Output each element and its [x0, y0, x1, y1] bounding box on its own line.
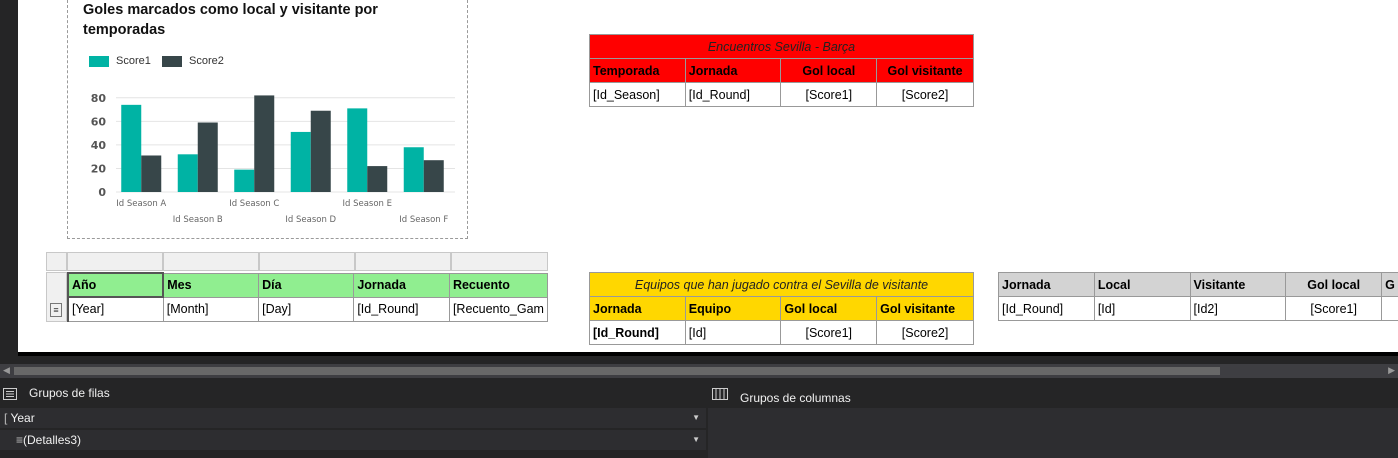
y-tick-label: 60 [91, 115, 107, 128]
header-dia[interactable]: Día [258, 272, 355, 298]
header-jornada[interactable]: Jornada [353, 272, 450, 298]
x-tick-label: Id Season F [399, 215, 448, 225]
visitante-table[interactable]: Equipos que han jugado contra el Sevilla… [589, 272, 974, 345]
cell-month[interactable]: [Month] [162, 296, 260, 322]
scroll-right-icon[interactable]: ▶ [1388, 365, 1395, 376]
column-handle-2[interactable] [163, 252, 259, 271]
scrollbar-thumb[interactable] [14, 367, 1220, 375]
header-temporada[interactable]: Temporada [589, 58, 686, 83]
bar-score2 [310, 110, 331, 192]
cell-id[interactable]: [Id] [1093, 296, 1191, 321]
legend-item-score1: Score1 [89, 55, 151, 67]
legend-swatch-score1 [89, 55, 109, 67]
y-tick-label: 80 [91, 92, 107, 105]
x-tick-label: Id Season B [173, 215, 223, 225]
bar-score1 [177, 154, 198, 192]
corner-handle[interactable] [46, 252, 67, 271]
x-tick-label: Id Season C [229, 199, 279, 209]
bar-score2 [254, 95, 275, 192]
cell-id-round[interactable]: [Id_Round] [353, 296, 450, 322]
y-tick-label: 0 [98, 186, 106, 199]
cell-score2[interactable]: [Score2] [876, 320, 974, 345]
legend-label-score2: Score2 [189, 55, 224, 67]
cell-id2[interactable]: [Id2] [1189, 296, 1287, 321]
x-tick-label: Id Season E [342, 199, 392, 209]
y-tick-label: 20 [91, 162, 107, 175]
cell-id-round[interactable]: [Id_Round] [998, 296, 1095, 321]
cell-id-round[interactable]: [Id_Round] [684, 82, 782, 107]
header-recuento[interactable]: Recuento [448, 272, 549, 298]
column-handle-3[interactable] [259, 252, 355, 271]
header-anio[interactable]: Año [66, 272, 165, 298]
row-group-detalles-label: (Detalles3) [23, 433, 82, 447]
x-tick-label: Id Season A [116, 199, 166, 209]
bar-score1 [121, 104, 142, 192]
column-groups-title: Grupos de columnas [740, 391, 851, 405]
column-groups-area[interactable] [708, 408, 1398, 458]
bar-score2 [141, 155, 162, 192]
match-list-table[interactable]: Jornada Local Visitante Gol local G [Id_… [998, 272, 1398, 321]
row-group-year[interactable]: [ Year ▼ [0, 408, 706, 428]
x-tick-label: Id Season D [285, 215, 336, 225]
bar-chart: 0 20 40 60 80 Id Season A Id Season B Id Season… [91, 92, 455, 225]
bar-score1 [347, 108, 368, 192]
sevilla-barca-table[interactable]: Encuentros Sevilla - Barça Temporada Jor… [589, 34, 974, 107]
header-visitante[interactable]: Visitante [1189, 272, 1287, 297]
row-group-detalles[interactable]: ≡(Detalles3) ▼ [0, 430, 706, 450]
bar-score2 [367, 166, 388, 192]
column-groups-icon [712, 388, 728, 400]
cell-id-season[interactable]: [Id_Season] [589, 82, 686, 107]
cell-day[interactable]: [Day] [258, 296, 355, 322]
bar-score1 [403, 147, 424, 192]
group-bracket-icon: ≡ [50, 303, 62, 317]
header-gol-local[interactable]: Gol local [780, 296, 878, 321]
header-jornada[interactable]: Jornada [589, 296, 686, 321]
header-mes[interactable]: Mes [162, 272, 260, 298]
chevron-down-icon[interactable]: ▼ [692, 430, 700, 450]
date-table[interactable]: Año Mes Día Jornada Recuento [Year] [Mon… [66, 272, 549, 322]
horizontal-scrollbar[interactable]: ◀ ▶ [0, 364, 1398, 378]
cell-truncated[interactable] [1381, 296, 1398, 321]
cell-recuento[interactable]: [Recuento_Gam [448, 296, 549, 322]
column-handle-4[interactable] [355, 252, 451, 271]
header-gol-local[interactable]: Gol local [1285, 272, 1383, 297]
cell-id[interactable]: [Id] [684, 320, 782, 345]
cell-score1[interactable]: [Score1] [780, 320, 878, 345]
row-groups-title: Grupos de filas [29, 386, 110, 400]
header-gol-visitante[interactable]: Gol visitante [876, 58, 974, 83]
header-truncated[interactable]: G [1381, 272, 1398, 297]
row-group-year-label: Year [10, 411, 35, 425]
legend-swatch-score2 [162, 55, 182, 67]
scroll-left-icon[interactable]: ◀ [3, 365, 10, 376]
bar-score1 [290, 131, 311, 192]
bar-score2 [423, 160, 444, 192]
legend-item-score2: Score2 [162, 55, 224, 67]
chevron-down-icon[interactable]: ▼ [692, 408, 700, 428]
column-handle-5[interactable] [451, 252, 548, 271]
cell-id-round[interactable]: [Id_Round] [589, 320, 686, 345]
bar-score2 [197, 122, 218, 192]
header-jornada[interactable]: Jornada [684, 58, 782, 83]
header-gol-visitante[interactable]: Gol visitante [876, 296, 974, 321]
canvas-border [18, 352, 1398, 356]
legend-label-score1: Score1 [116, 55, 151, 67]
header-jornada[interactable]: Jornada [998, 272, 1095, 297]
header-gol-local[interactable]: Gol local [780, 58, 878, 83]
cell-score2[interactable]: [Score2] [876, 82, 974, 107]
cell-year[interactable]: [Year] [66, 296, 164, 322]
sevilla-barca-title[interactable]: Encuentros Sevilla - Barça [589, 34, 974, 59]
header-equipo[interactable]: Equipo [684, 296, 782, 321]
cell-score1[interactable]: [Score1] [1285, 296, 1383, 321]
cell-score1[interactable]: [Score1] [780, 82, 878, 107]
visitante-title[interactable]: Equipos que han jugado contra el Sevilla… [589, 272, 974, 297]
row-groups-icon [3, 388, 17, 400]
chart-title: Goles marcados como local y visitante po… [83, 2, 378, 38]
column-handle-1[interactable] [67, 252, 163, 271]
y-tick-label: 40 [91, 139, 107, 152]
header-local[interactable]: Local [1093, 272, 1191, 297]
bar-score1 [234, 169, 255, 192]
